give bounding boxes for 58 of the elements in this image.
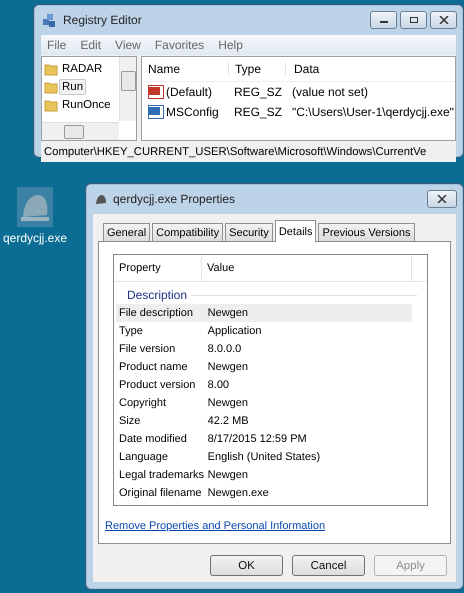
close-button[interactable] — [430, 11, 457, 29]
details-row[interactable]: Legal trademarks Newgen — [116, 466, 412, 484]
desktop-icon-label[interactable]: qerdycjj.exe — [2, 231, 68, 245]
horizontal-scrollbar[interactable] — [42, 122, 119, 140]
value-name[interactable]: (Default) — [166, 85, 212, 99]
value-name[interactable]: MSConfig — [166, 105, 219, 119]
menu-item[interactable]: Edit — [80, 38, 102, 52]
details-row[interactable]: File description Newgen — [116, 304, 412, 322]
dialog-button[interactable]: Cancel — [292, 555, 365, 576]
details-row[interactable]: File version 8.0.0.0 — [116, 340, 412, 358]
maximize-icon — [408, 16, 418, 24]
menu-item[interactable]: Help — [218, 38, 243, 52]
remove-properties-link[interactable]: Remove Properties and Personal Information — [105, 520, 326, 532]
tab[interactable]: Previous Versions — [318, 223, 415, 241]
details-row[interactable]: Language English (United States) — [116, 448, 412, 466]
details-row[interactable]: Product name Newgen — [116, 358, 412, 376]
column-header[interactable]: Name — [142, 62, 229, 76]
value-data: "C:\Users\User-1\qerdycjj.exe" — [291, 105, 455, 119]
details-row[interactable]: Product version 8.00 — [116, 376, 412, 394]
tree-item[interactable]: RADAR — [59, 61, 106, 77]
close-icon — [437, 195, 447, 203]
tab[interactable]: General — [103, 223, 150, 241]
window-title: Registry Editor — [63, 13, 142, 27]
value-data: (value not set) — [291, 85, 370, 99]
details-row[interactable]: Date modified 8/17/2015 12:59 PM — [116, 430, 412, 448]
string-value-icon — [148, 105, 164, 119]
vertical-scrollbar[interactable] — [119, 57, 136, 121]
window-title: qerdycjj.exe Properties — [113, 192, 236, 206]
group-heading: Description — [127, 288, 188, 302]
folder-icon — [44, 80, 58, 94]
tab[interactable]: Details — [274, 220, 316, 242]
value-type: REG_SZ — [233, 85, 284, 99]
column-header[interactable]: Data — [286, 62, 455, 76]
close-icon — [438, 16, 448, 24]
maximize-button[interactable] — [400, 11, 427, 29]
tree-item[interactable]: Run — [59, 79, 86, 95]
folder-icon — [44, 98, 58, 112]
menu-item[interactable]: File — [47, 38, 66, 52]
details-row[interactable]: Original filename Newgen.exe — [116, 484, 412, 502]
minimize-button[interactable] — [370, 11, 397, 29]
details-row[interactable]: Copyright Newgen — [116, 394, 412, 412]
close-button[interactable] — [427, 190, 457, 208]
string-value-icon — [148, 85, 164, 99]
tab[interactable]: Security — [225, 223, 273, 241]
details-row[interactable]: Size 42.2 MB — [116, 412, 412, 430]
column-header[interactable]: Property — [114, 255, 202, 281]
column-header[interactable]: Value — [202, 255, 412, 281]
column-header[interactable]: Type — [229, 62, 286, 76]
menu-item[interactable]: Favorites — [154, 38, 204, 52]
registry-path: Computer\HKEY_CURRENT_USER\Software\Microsoft\Windows\CurrentVe — [44, 146, 426, 158]
menu-item[interactable]: View — [115, 38, 141, 52]
tab[interactable]: Compatibility — [152, 223, 224, 241]
value-type: REG_SZ — [233, 105, 284, 119]
folder-icon — [44, 62, 58, 76]
cubes-icon — [42, 12, 58, 28]
details-row[interactable]: Type Application — [116, 322, 412, 340]
dialog-button[interactable]: OK — [210, 555, 283, 576]
tree-item[interactable]: RunOnce — [59, 97, 114, 113]
